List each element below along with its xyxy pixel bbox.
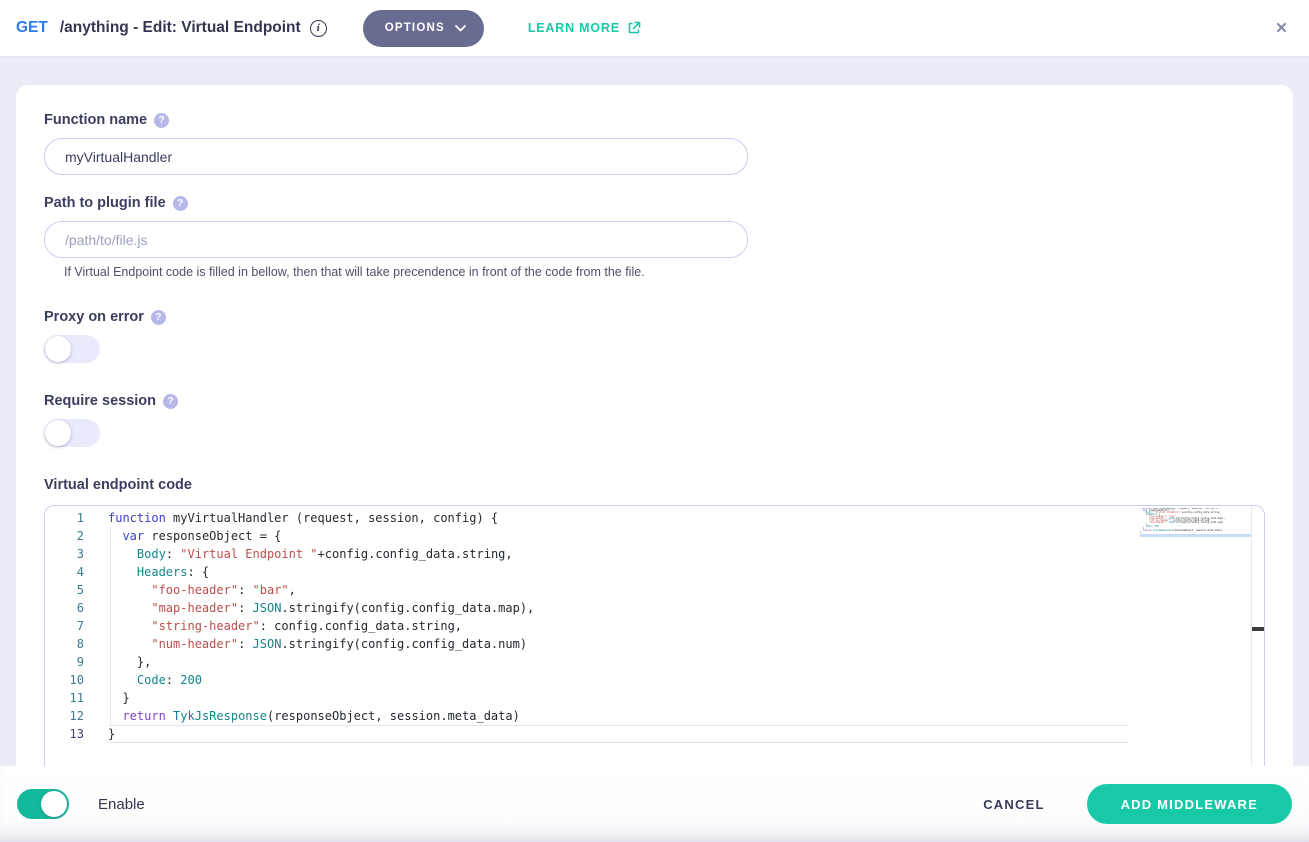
options-button[interactable]: OPTIONS: [363, 10, 484, 47]
line-number: 1: [45, 509, 84, 527]
add-middleware-button[interactable]: ADD MIDDLEWARE: [1087, 784, 1292, 824]
code-line: Body: "Virtual Endpoint "+config.config_…: [108, 545, 1129, 563]
plugin-path-helper-text: If Virtual Endpoint code is filled in be…: [64, 265, 1265, 279]
action-bar-buttons: CANCEL ADD MIDDLEWARE: [977, 784, 1292, 824]
enable-label: Enable: [98, 796, 145, 813]
close-icon[interactable]: ×: [1270, 17, 1293, 40]
external-link-icon: [627, 21, 641, 35]
function-name-label-row: Function name ?: [44, 112, 1265, 128]
line-number: 2: [45, 527, 84, 545]
learn-more-link[interactable]: LEARN MORE: [528, 21, 641, 35]
code-line: }: [108, 689, 1129, 707]
function-name-input[interactable]: [44, 138, 748, 175]
line-number: 3: [45, 545, 84, 563]
code-line: "string-header": config.config_data.stri…: [108, 617, 1129, 635]
toggle-knob: [45, 336, 71, 362]
proxy-on-error-label: Proxy on error: [44, 309, 144, 325]
code-line: var responseObject = {: [108, 527, 1129, 545]
code-line: return TykJsResponse(responseObject, ses…: [108, 707, 1129, 725]
code-line: Headers: {: [108, 563, 1129, 581]
help-icon[interactable]: ?: [173, 196, 188, 211]
help-icon[interactable]: ?: [163, 394, 178, 409]
require-session-toggle[interactable]: [44, 419, 100, 447]
line-number: 12: [45, 707, 84, 725]
code-line: Code: 200: [108, 671, 1129, 689]
line-number: 5: [45, 581, 84, 599]
indent-guide: [110, 527, 111, 725]
code-line: "map-header": JSON.stringify(config.conf…: [108, 599, 1129, 617]
minimap[interactable]: function myVirtualHandler (request, sess…: [1140, 508, 1251, 534]
line-number: 9: [45, 653, 84, 671]
minimap-active-line-highlight: [1140, 534, 1251, 537]
plugin-path-label-row: Path to plugin file ?: [44, 195, 1265, 211]
code-editor-label-row: Virtual endpoint code: [44, 477, 1265, 493]
line-number: 6: [45, 599, 84, 617]
code-area[interactable]: function myVirtualHandler (request, sess…: [108, 509, 1129, 743]
function-name-label: Function name: [44, 112, 147, 128]
proxy-on-error-label-row: Proxy on error ?: [44, 309, 1265, 325]
overview-ruler-divider: [1251, 506, 1252, 801]
action-bar: Enable CANCEL ADD MIDDLEWARE: [0, 766, 1309, 842]
code-line: }: [108, 725, 1129, 743]
line-number: 11: [45, 689, 84, 707]
help-icon[interactable]: ?: [151, 310, 166, 325]
code-line: "foo-header": "bar",: [108, 581, 1129, 599]
plugin-path-input[interactable]: [44, 221, 748, 258]
learn-more-label: LEARN MORE: [528, 21, 620, 35]
info-icon[interactable]: i: [310, 20, 327, 37]
code-line: function myVirtualHandler (request, sess…: [108, 509, 1129, 527]
require-session-label: Require session: [44, 393, 156, 409]
code-line: "num-header": JSON.stringify(config.conf…: [108, 635, 1129, 653]
code-line: },: [108, 653, 1129, 671]
middleware-form-card: Function name ? Path to plugin file ? If…: [16, 85, 1293, 766]
cancel-button[interactable]: CANCEL: [977, 796, 1050, 813]
line-number: 10: [45, 671, 84, 689]
enable-toggle[interactable]: [17, 789, 69, 819]
content-area: Function name ? Path to plugin file ? If…: [0, 57, 1309, 766]
plugin-path-label: Path to plugin file: [44, 195, 166, 211]
virtual-endpoint-code-editor[interactable]: 12345678910111213 function myVirtualHand…: [44, 505, 1265, 802]
line-number: 8: [45, 635, 84, 653]
line-number: 13: [45, 725, 84, 743]
endpoint-editor-header: GET /anything - Edit: Virtual Endpoint i…: [0, 0, 1309, 57]
line-number: 7: [45, 617, 84, 635]
line-number: 4: [45, 563, 84, 581]
help-icon[interactable]: ?: [154, 113, 169, 128]
http-method-badge: GET: [16, 19, 48, 37]
chevron-down-icon: [455, 25, 466, 32]
options-button-label: OPTIONS: [385, 22, 445, 34]
require-session-label-row: Require session ?: [44, 393, 1265, 409]
toggle-knob: [45, 420, 71, 446]
code-editor-label: Virtual endpoint code: [44, 477, 192, 493]
page-title: /anything - Edit: Virtual Endpoint: [60, 19, 301, 37]
overview-ruler-cursor-marker: [1252, 627, 1264, 631]
toggle-knob: [41, 791, 67, 817]
proxy-on-error-toggle[interactable]: [44, 335, 100, 363]
line-number-gutter: 12345678910111213: [45, 509, 96, 743]
